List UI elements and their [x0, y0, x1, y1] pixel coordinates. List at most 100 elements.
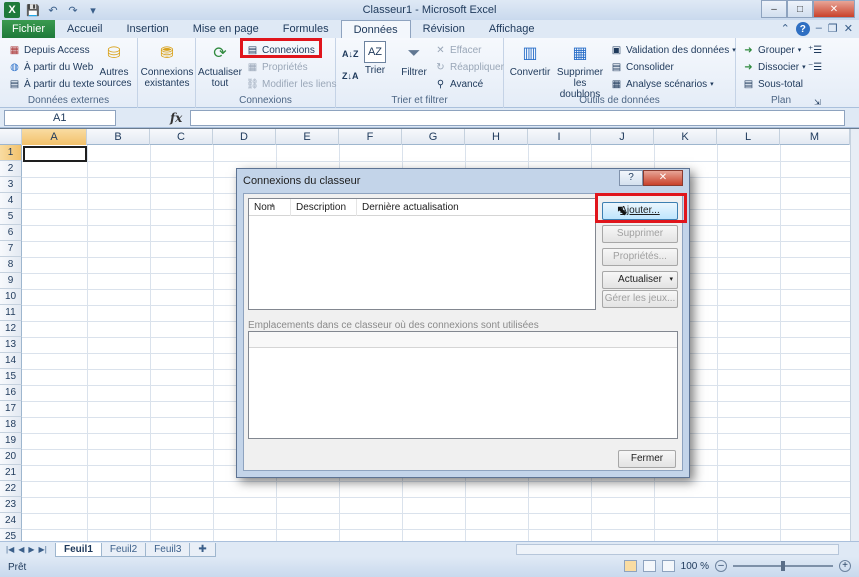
- zoom-level[interactable]: 100 %: [681, 561, 709, 572]
- tab-formulas[interactable]: Formules: [271, 20, 341, 38]
- sort-za-button[interactable]: Z↓A: [342, 68, 359, 84]
- column-header[interactable]: L: [717, 129, 780, 145]
- row-header[interactable]: 4: [0, 193, 22, 209]
- column-header[interactable]: D: [213, 129, 276, 145]
- row-header[interactable]: 11: [0, 305, 22, 321]
- column-header[interactable]: B: [87, 129, 150, 145]
- row-header[interactable]: 17: [0, 401, 22, 417]
- row-header[interactable]: 15: [0, 369, 22, 385]
- tab-file[interactable]: Fichier: [2, 20, 56, 38]
- row-header[interactable]: 22: [0, 481, 22, 497]
- insert-sheet-icon[interactable]: ✚: [189, 542, 216, 557]
- row-header[interactable]: 5: [0, 209, 22, 225]
- subtotal-button[interactable]: ▤ Sous-total: [742, 76, 803, 92]
- row-header[interactable]: 21: [0, 465, 22, 481]
- page-layout-view-icon[interactable]: [642, 560, 656, 572]
- text-to-columns-button[interactable]: ▥ Convertir: [508, 41, 552, 78]
- page-break-view-icon[interactable]: [661, 560, 675, 572]
- zoom-out-icon[interactable]: –: [715, 560, 727, 572]
- vertical-scrollbar[interactable]: [850, 129, 859, 541]
- row-header[interactable]: 25: [0, 529, 22, 541]
- column-header[interactable]: G: [402, 129, 465, 145]
- column-header[interactable]: C: [150, 129, 213, 145]
- tab-page-layout[interactable]: Mise en page: [181, 20, 271, 38]
- data-validation-button[interactable]: ▣ Validation des données ▾: [610, 42, 736, 58]
- manage-sets-button[interactable]: Gérer les jeux...: [602, 290, 678, 308]
- ungroup-button[interactable]: ➜ Dissocier ▾: [742, 59, 805, 75]
- properties-button[interactable]: ▦ Propriétés: [246, 59, 308, 75]
- row-header[interactable]: 7: [0, 241, 22, 257]
- column-header[interactable]: K: [654, 129, 717, 145]
- remove-duplicates-button[interactable]: ▦ Supprimer les doublons: [552, 41, 608, 100]
- sort-button[interactable]: AZ Trier: [362, 41, 388, 76]
- maximize-button[interactable]: □: [787, 0, 813, 18]
- row-header[interactable]: 1: [0, 145, 22, 161]
- row-header[interactable]: 16: [0, 385, 22, 401]
- other-sources-button[interactable]: ⛁ Autres sources: [92, 41, 136, 89]
- formula-input[interactable]: [190, 109, 845, 126]
- normal-view-icon[interactable]: [623, 560, 637, 572]
- consolidate-button[interactable]: ▤ Consolider: [610, 59, 674, 75]
- column-header[interactable]: F: [339, 129, 402, 145]
- locations-list[interactable]: [248, 331, 678, 439]
- reapply-button[interactable]: ↻ Réappliquer: [434, 59, 504, 75]
- insert-function-icon[interactable]: fx: [170, 111, 182, 125]
- row-header[interactable]: 2: [0, 161, 22, 177]
- existing-connections-button[interactable]: ⛃ Connexions existantes: [140, 41, 194, 89]
- row-header[interactable]: 14: [0, 353, 22, 369]
- connections-list[interactable]: ▲ Nom Description Dernière actualisation: [248, 198, 596, 310]
- dialog-close-button[interactable]: ✕: [643, 170, 683, 186]
- row-header[interactable]: 6: [0, 225, 22, 241]
- refresh-all-button[interactable]: ⟳ Actualiser tout: [198, 41, 242, 89]
- tab-home[interactable]: Accueil: [55, 20, 114, 38]
- customize-qat-icon[interactable]: ▾: [86, 3, 100, 17]
- column-header[interactable]: H: [465, 129, 528, 145]
- row-header[interactable]: 24: [0, 513, 22, 529]
- row-header[interactable]: 3: [0, 177, 22, 193]
- tab-data[interactable]: Données: [340, 20, 411, 38]
- dialog-help-button[interactable]: ?: [619, 170, 643, 186]
- sheet-tab-feuil2[interactable]: Feuil2: [100, 542, 147, 557]
- doc-restore-icon[interactable]: ❐: [828, 22, 838, 36]
- row-header[interactable]: 12: [0, 321, 22, 337]
- redo-icon[interactable]: ↷: [66, 3, 80, 17]
- row-header[interactable]: 19: [0, 433, 22, 449]
- row-header[interactable]: 18: [0, 417, 22, 433]
- column-header[interactable]: J: [591, 129, 654, 145]
- minimize-button[interactable]: –: [761, 0, 787, 18]
- column-description[interactable]: Description: [291, 199, 357, 216]
- horizontal-scrollbar[interactable]: [516, 544, 839, 555]
- doc-close-icon[interactable]: ✕: [844, 22, 853, 36]
- close-button[interactable]: ✕: [813, 0, 855, 18]
- edit-links-button[interactable]: ⛓ Modifier les liens: [246, 76, 336, 92]
- column-name[interactable]: ▲ Nom: [249, 199, 291, 216]
- tab-insert[interactable]: Insertion: [114, 20, 180, 38]
- doc-minimize-icon[interactable]: –: [816, 22, 822, 36]
- sheet-tab-feuil3[interactable]: Feuil3: [145, 542, 191, 557]
- remove-connection-button[interactable]: Supprimer: [602, 225, 678, 243]
- last-sheet-icon[interactable]: ▶|: [39, 545, 47, 554]
- select-all-corner[interactable]: [0, 129, 22, 145]
- name-box[interactable]: A1: [4, 109, 116, 126]
- undo-icon[interactable]: ↶: [46, 3, 60, 17]
- hide-detail-icon[interactable]: ⁻☰: [808, 59, 822, 75]
- row-header[interactable]: 8: [0, 257, 22, 273]
- help-icon[interactable]: ?: [795, 22, 810, 36]
- group-button[interactable]: ➜ Grouper ▾: [742, 42, 801, 58]
- from-web-button[interactable]: ◍ À partir du Web: [8, 59, 93, 75]
- connection-properties-button[interactable]: Propriétés...: [602, 248, 678, 266]
- from-access-button[interactable]: ▦ Depuis Access: [8, 42, 90, 58]
- first-sheet-icon[interactable]: |◀: [6, 545, 14, 554]
- column-header[interactable]: A: [22, 129, 87, 145]
- row-header[interactable]: 10: [0, 289, 22, 305]
- column-header[interactable]: I: [528, 129, 591, 145]
- active-cell-a1[interactable]: [23, 146, 87, 162]
- advanced-filter-button[interactable]: ⚲ Avancé: [434, 76, 483, 92]
- zoom-slider[interactable]: [733, 561, 833, 571]
- column-last-refresh[interactable]: Dernière actualisation: [357, 199, 595, 216]
- what-if-analysis-button[interactable]: ▦ Analyse scénarios ▾: [610, 76, 714, 92]
- prev-sheet-icon[interactable]: ◀: [18, 545, 24, 554]
- column-header[interactable]: M: [780, 129, 850, 145]
- column-header[interactable]: E: [276, 129, 339, 145]
- from-text-button[interactable]: ▤ À partir du texte: [8, 76, 95, 92]
